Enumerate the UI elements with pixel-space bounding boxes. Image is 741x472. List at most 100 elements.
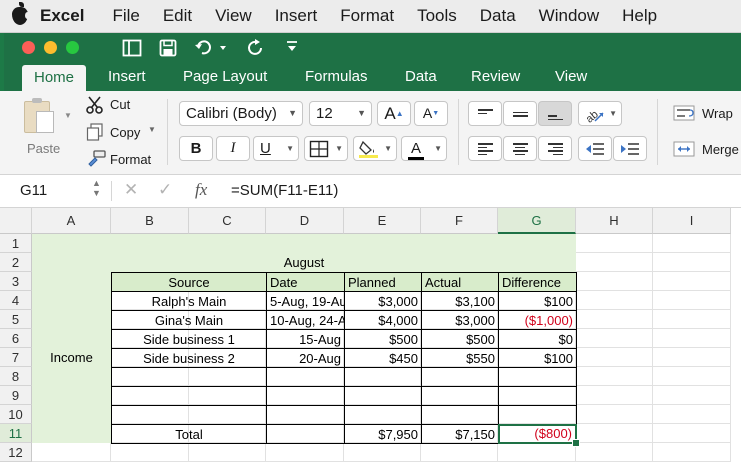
cut-button[interactable]: Cut (110, 97, 130, 112)
increase-font-size-button[interactable]: A▲ (377, 101, 411, 126)
copy-chevron-icon[interactable]: ▼ (148, 125, 156, 134)
save-icon[interactable] (159, 39, 177, 61)
empty-planned-cell[interactable] (344, 405, 422, 425)
row-header-8[interactable]: 8 (0, 367, 32, 386)
zoom-window-button[interactable] (66, 41, 79, 54)
tab-insert[interactable]: Insert (108, 63, 146, 91)
bold-button[interactable]: B (179, 136, 213, 161)
grid-cell[interactable] (576, 310, 653, 329)
column-header-d[interactable]: D (266, 208, 344, 234)
wrap-text-icon[interactable] (673, 105, 695, 125)
grid-cell[interactable] (653, 386, 731, 405)
empty-actual-cell[interactable] (421, 367, 499, 387)
total-date-cell[interactable] (266, 424, 345, 444)
merge-icon[interactable] (673, 141, 695, 161)
merge-button[interactable]: Merge (702, 142, 739, 157)
tab-page-layout[interactable]: Page Layout (183, 63, 267, 91)
column-header-e[interactable]: E (344, 208, 421, 234)
header-source[interactable]: Source (111, 272, 267, 292)
cancel-icon[interactable]: ✕ (124, 180, 138, 200)
scissors-icon[interactable] (86, 96, 104, 118)
actual-cell[interactable]: $500 (421, 329, 499, 349)
empty-source-cell[interactable] (111, 367, 267, 387)
row-header-5[interactable]: 5 (0, 310, 32, 329)
menu-edit[interactable]: Edit (163, 6, 192, 26)
empty-date-cell[interactable] (266, 367, 345, 387)
wrap-text-button[interactable]: Wrap (702, 106, 733, 121)
grid-cell[interactable] (576, 367, 653, 386)
header-actual[interactable]: Actual (421, 272, 499, 292)
format-painter-icon[interactable] (86, 150, 106, 172)
grid-cell[interactable] (576, 272, 653, 291)
align-center-button[interactable] (503, 136, 537, 161)
grid-cell[interactable] (344, 443, 421, 462)
column-header-h[interactable]: H (576, 208, 653, 234)
header-date[interactable]: Date (266, 272, 345, 292)
grid-cell[interactable] (653, 310, 731, 329)
column-header-a[interactable]: A (32, 208, 111, 234)
row-header-3[interactable]: 3 (0, 272, 32, 291)
empty-date-cell[interactable] (266, 386, 345, 406)
row-header-4[interactable]: 4 (0, 291, 32, 310)
grid-cell[interactable] (576, 405, 653, 424)
selected-cell-g11[interactable]: ($800) (498, 424, 577, 444)
empty-difference-cell[interactable] (498, 367, 577, 387)
tab-formulas[interactable]: Formulas (305, 63, 368, 91)
difference-cell[interactable]: $100 (498, 291, 577, 311)
column-header-i[interactable]: I (653, 208, 731, 234)
empty-planned-cell[interactable] (344, 386, 422, 406)
grid-cell[interactable] (421, 443, 498, 462)
column-header-c[interactable]: C (189, 208, 266, 234)
menu-tools[interactable]: Tools (417, 6, 457, 26)
select-all-corner[interactable] (0, 208, 32, 234)
total-actual[interactable]: $7,150 (421, 424, 499, 444)
total-planned[interactable]: $7,950 (344, 424, 422, 444)
source-cell[interactable]: Side business 1 (111, 329, 267, 349)
planned-cell[interactable]: $450 (344, 348, 422, 368)
column-header-b[interactable]: B (111, 208, 189, 234)
income-category-label[interactable]: Income (32, 272, 111, 443)
apple-logo-icon[interactable] (12, 2, 30, 25)
grid-cell[interactable] (653, 367, 731, 386)
menu-file[interactable]: File (112, 6, 139, 26)
decrease-font-size-button[interactable]: A▼ (414, 101, 448, 126)
date-cell[interactable]: 15-Aug (266, 329, 345, 349)
date-cell[interactable]: 10-Aug, 24-A (266, 310, 345, 330)
row-header-6[interactable]: 6 (0, 329, 32, 348)
menu-window[interactable]: Window (539, 6, 599, 26)
row-header-10[interactable]: 10 (0, 405, 32, 424)
date-cell[interactable]: 5-Aug, 19-Au (266, 291, 345, 311)
difference-cell[interactable]: ($1,000) (498, 310, 577, 330)
grid-cell[interactable] (576, 253, 653, 272)
row-header-11[interactable]: 11 (0, 424, 32, 443)
tab-home[interactable]: Home (22, 65, 87, 91)
date-cell[interactable]: 20-Aug (266, 348, 345, 368)
menu-data[interactable]: Data (480, 6, 516, 26)
grid-cell[interactable] (576, 234, 653, 253)
grid-cell[interactable] (653, 424, 731, 443)
name-box[interactable]: G11 (20, 182, 47, 199)
grid-cell[interactable] (653, 253, 731, 272)
tab-review[interactable]: Review (471, 63, 520, 91)
insert-function-icon[interactable]: fx (195, 180, 207, 200)
grid-cell[interactable] (576, 291, 653, 310)
align-top-button[interactable] (468, 101, 502, 126)
empty-actual-cell[interactable] (421, 386, 499, 406)
format-painter-button[interactable]: Format (110, 152, 151, 167)
source-cell[interactable]: Gina's Main (111, 310, 267, 330)
planned-cell[interactable]: $500 (344, 329, 422, 349)
empty-difference-cell[interactable] (498, 405, 577, 425)
menu-view[interactable]: View (215, 6, 252, 26)
empty-date-cell[interactable] (266, 405, 345, 425)
grid-cell[interactable] (111, 443, 189, 462)
header-planned[interactable]: Planned (344, 272, 422, 292)
text-orientation-button[interactable]: ab ▼ (578, 101, 622, 126)
grid-cell[interactable] (576, 329, 653, 348)
align-bottom-button[interactable] (538, 101, 572, 126)
font-size-select[interactable]: 12 ▼ (309, 101, 372, 126)
difference-cell[interactable]: $0 (498, 329, 577, 349)
font-name-select[interactable]: Calibri (Body) ▼ (179, 101, 303, 126)
close-window-button[interactable] (22, 41, 35, 54)
menu-app-name[interactable]: Excel (40, 6, 84, 26)
fill-color-button[interactable]: ▼ (353, 136, 397, 161)
